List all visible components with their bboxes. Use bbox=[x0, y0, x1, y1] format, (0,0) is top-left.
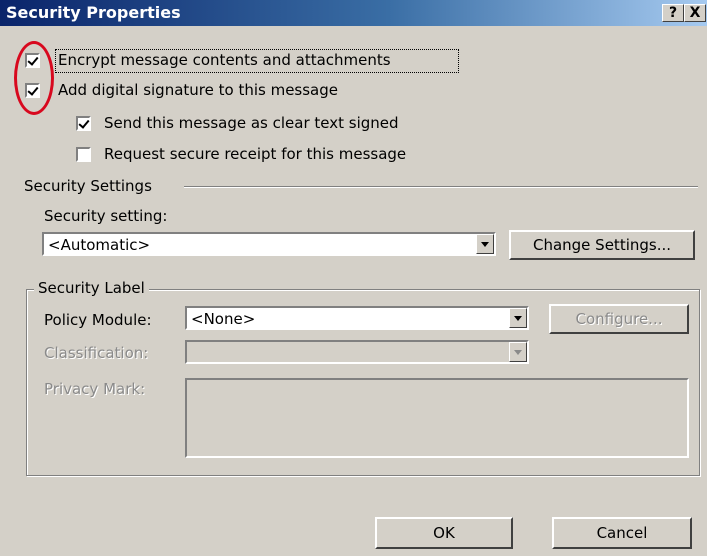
classification-label: Classification: bbox=[44, 344, 149, 362]
group-divider bbox=[184, 186, 698, 188]
security-setting-value: <Automatic> bbox=[48, 236, 151, 254]
chevron-down-icon[interactable] bbox=[476, 234, 494, 254]
security-settings-group-label: Security Settings bbox=[24, 177, 152, 195]
encrypt-label[interactable]: Encrypt message contents and attachments bbox=[58, 51, 391, 69]
window-title: Security Properties bbox=[6, 3, 181, 22]
security-properties-dialog: Security Properties ? X Encrypt message … bbox=[0, 0, 707, 556]
security-label-group-label: Security Label bbox=[34, 279, 149, 297]
chevron-down-icon[interactable] bbox=[509, 308, 527, 328]
cancel-button[interactable]: Cancel bbox=[552, 517, 692, 549]
privacy-mark-label: Privacy Mark: bbox=[44, 380, 146, 398]
security-setting-label: Security setting: bbox=[44, 207, 168, 225]
change-settings-button[interactable]: Change Settings... bbox=[509, 230, 695, 260]
secure-receipt-label[interactable]: Request secure receipt for this message bbox=[104, 145, 406, 163]
help-button[interactable]: ? bbox=[662, 4, 684, 22]
security-setting-dropdown[interactable]: <Automatic> bbox=[42, 232, 496, 256]
title-bar[interactable]: Security Properties ? X bbox=[0, 0, 707, 26]
red-annotation-circle bbox=[14, 41, 54, 115]
policy-module-dropdown[interactable]: <None> bbox=[185, 306, 529, 330]
secure-receipt-checkbox[interactable] bbox=[76, 147, 91, 162]
ok-button[interactable]: OK bbox=[375, 517, 513, 549]
policy-module-label: Policy Module: bbox=[44, 311, 152, 329]
privacy-mark-field[interactable] bbox=[185, 378, 689, 458]
close-button[interactable]: X bbox=[684, 4, 706, 22]
configure-button[interactable]: Configure... bbox=[549, 304, 689, 334]
policy-module-value: <None> bbox=[191, 310, 256, 328]
classification-dropdown[interactable] bbox=[185, 340, 529, 364]
chevron-down-icon[interactable] bbox=[509, 342, 527, 362]
digital-signature-label[interactable]: Add digital signature to this message bbox=[58, 81, 338, 99]
clear-text-checkbox[interactable] bbox=[76, 116, 91, 131]
clear-text-label[interactable]: Send this message as clear text signed bbox=[104, 114, 399, 132]
